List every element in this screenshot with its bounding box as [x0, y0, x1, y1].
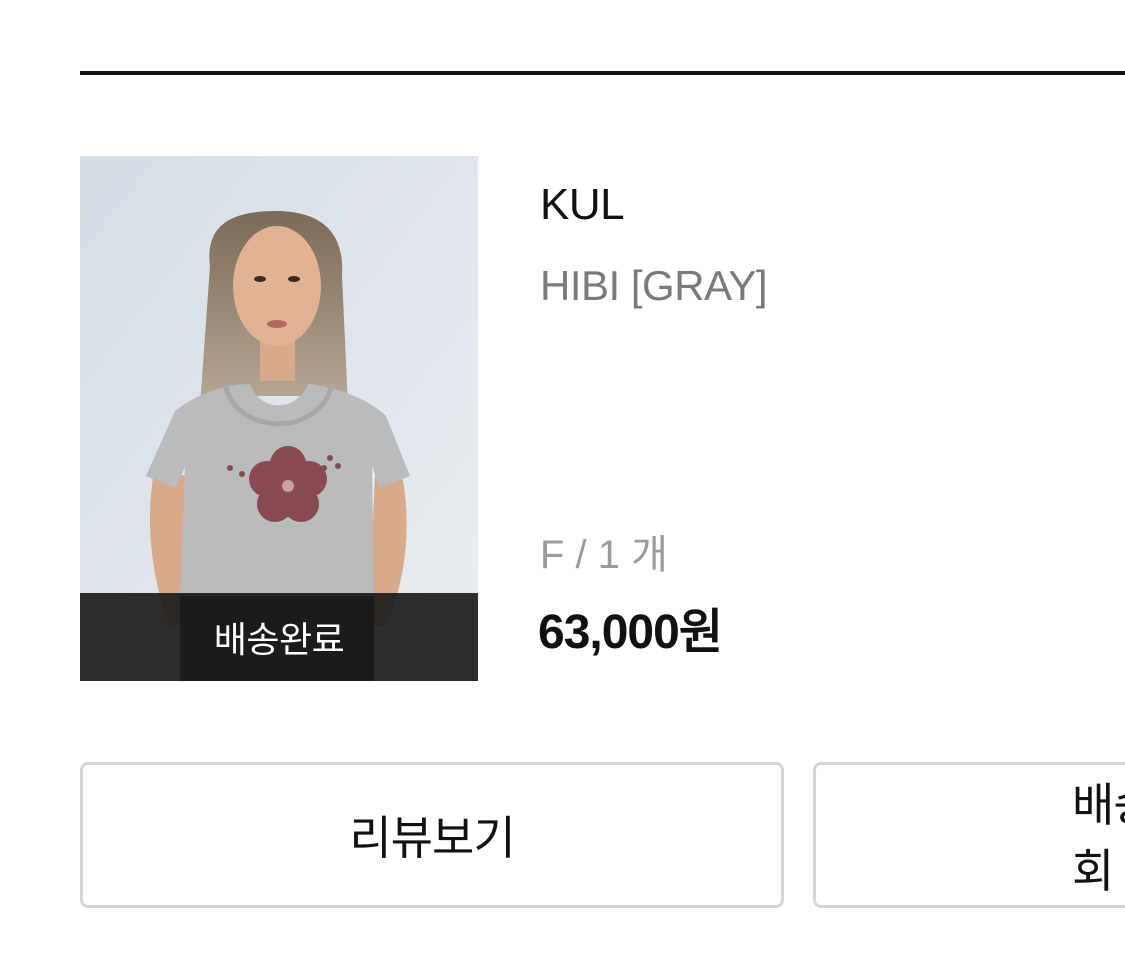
delivery-tracking-button-label: 배송조회	[1072, 779, 1125, 897]
product-name[interactable]: HIBI [GRAY]	[540, 262, 768, 310]
review-button[interactable]: 리뷰보기	[80, 762, 784, 908]
status-badge: 배송완료	[80, 593, 478, 681]
price: 63,000원	[538, 606, 723, 659]
order-detail-page: 배송완료 KUL HIBI [GRAY] F / 1 개 63,000원 리뷰보…	[0, 0, 1125, 974]
section-divider	[80, 71, 1125, 75]
option-quantity: F / 1 개	[540, 533, 668, 577]
product-thumbnail[interactable]: 배송완료	[80, 156, 478, 681]
review-button-label: 리뷰보기	[349, 812, 515, 864]
brand-name[interactable]: KUL	[540, 180, 625, 230]
delivery-tracking-button[interactable]: 배송조회	[813, 762, 1125, 908]
